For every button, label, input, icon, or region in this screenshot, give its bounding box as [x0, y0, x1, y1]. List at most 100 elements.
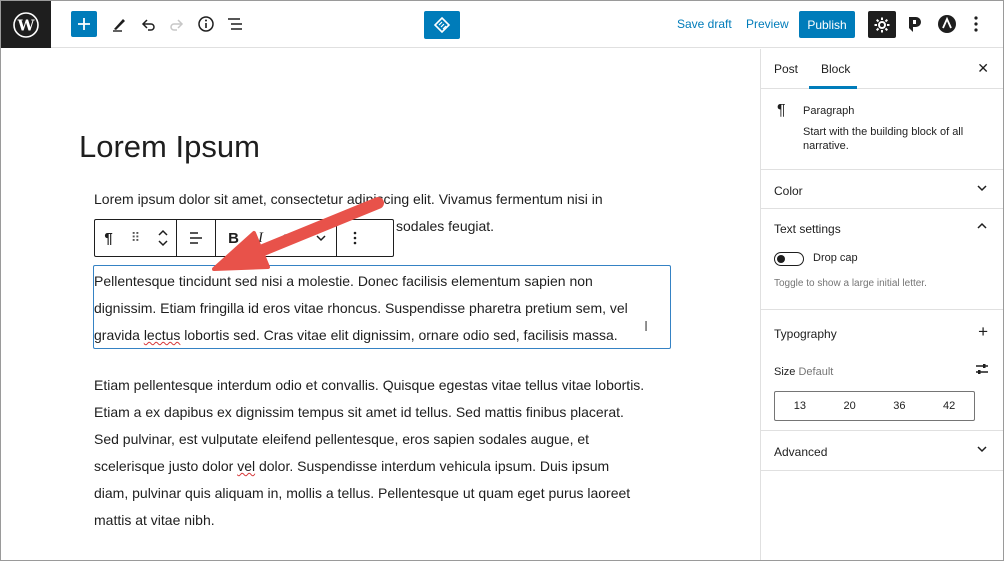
tab-block[interactable]: Block: [821, 62, 850, 76]
redo-button[interactable]: [164, 11, 190, 37]
save-draft-button[interactable]: Save draft: [677, 17, 732, 31]
patterns-icon: [433, 16, 451, 34]
size-label: Size Default: [774, 366, 833, 378]
plus-icon[interactable]: +: [978, 322, 988, 342]
paragraph-line: diam, pulvinar quis aliquam in, mollis a…: [94, 485, 631, 501]
pencil-icon: [113, 19, 125, 32]
size-custom-settings-icon[interactable]: [975, 362, 989, 381]
font-size-option[interactable]: 13: [775, 392, 825, 420]
drop-cap-toggle[interactable]: [774, 252, 804, 266]
text-run: scelerisque justo dolor: [94, 458, 238, 474]
list-view-button[interactable]: [222, 11, 248, 37]
paragraph-block[interactable]: Etiam pellentesque interdum odio et conv…: [94, 372, 674, 534]
spellcheck-word: lectus: [143, 327, 181, 343]
paragraph-line: mattis at vitae nibh.: [94, 512, 215, 528]
block-name: Paragraph: [803, 105, 855, 117]
paragraph-icon[interactable]: ¶: [95, 220, 122, 256]
font-size-option[interactable]: 42: [924, 392, 974, 420]
paragraph-line: Pellentesque tincidunt sed nisi a molest…: [94, 273, 593, 289]
info-icon: [198, 16, 214, 32]
top-toolbar: W Save draft Preview Publish: [1, 1, 1003, 48]
drop-cap-label: Drop cap: [813, 252, 858, 264]
selected-paragraph-block[interactable]: Pellentesque tincidunt sed nisi a molest…: [93, 265, 671, 349]
italic-button[interactable]: I: [247, 220, 274, 256]
add-block-button[interactable]: [71, 11, 97, 37]
block-switcher-group: ¶ ⠿: [95, 220, 177, 256]
font-size-option[interactable]: 36: [875, 392, 925, 420]
more-vertical-icon: [353, 231, 357, 245]
wordpress-logo-icon[interactable]: W: [1, 1, 51, 48]
font-size-option[interactable]: 20: [825, 392, 875, 420]
plus-icon: [78, 18, 90, 30]
paragraph-line: Etiam a ex dapibus ex dignissim tempus s…: [94, 404, 624, 420]
redo-icon: [170, 19, 184, 31]
link-button[interactable]: [274, 220, 306, 256]
settings-sidebar: Post Block ✕ ¶ Paragraph Start with the …: [760, 49, 1003, 560]
plugin-a-icon: [938, 15, 956, 33]
toggle-knob: [777, 255, 785, 263]
sidebar-tabs: Post Block ✕: [761, 49, 1003, 89]
text-run: dolor. Suspendisse interdum vehicula ips…: [255, 458, 610, 474]
publish-button[interactable]: Publish: [799, 11, 855, 38]
size-label-text: Size: [774, 366, 796, 378]
drop-cap-help: Toggle to show a large initial letter.: [774, 278, 927, 289]
paragraph-line: gravida lectus lobortis sed. Cras vitae …: [94, 322, 670, 349]
formatting-group: B I: [216, 220, 337, 256]
size-default-text: Default: [798, 366, 834, 378]
preview-button[interactable]: Preview: [746, 17, 789, 31]
block-description: Start with the building block of all nar…: [803, 126, 964, 152]
text-settings-panel: Text settings Drop cap Toggle to show a …: [761, 209, 1003, 310]
chevron-down-icon[interactable]: [976, 181, 988, 195]
settings-button[interactable]: [868, 11, 896, 38]
post-title[interactable]: Lorem Ipsum: [79, 129, 260, 165]
advanced-panel[interactable]: Advanced: [761, 431, 1003, 471]
plugin-a-button[interactable]: [936, 13, 958, 35]
svg-text:W: W: [17, 16, 36, 34]
close-icon[interactable]: ✕: [977, 60, 989, 77]
font-size-picker: 13 20 36 42: [774, 391, 975, 421]
paragraph-line: Sed pulvinar, est vulputate eleifend pel…: [94, 431, 590, 447]
block-card: ¶ Paragraph Start with the building bloc…: [761, 89, 1003, 170]
editor-canvas: Lorem Ipsum Lorem ipsum dolor sit amet, …: [1, 49, 760, 560]
chevron-down-icon[interactable]: [976, 442, 988, 456]
paragraph-line: dignissim. Etiam fringilla id eros vitae…: [94, 300, 628, 316]
paragraph-line: Etiam pellentesque interdum odio et conv…: [94, 377, 645, 393]
block-options-button[interactable]: [337, 220, 373, 256]
list-view-icon: [228, 18, 242, 30]
typography-panel: Typography + Size Default 13 20 36 42: [761, 310, 1003, 431]
color-panel[interactable]: Color: [761, 170, 1003, 209]
panel-title: Color: [774, 184, 803, 198]
tools-button[interactable]: [106, 11, 132, 37]
panel-title: Advanced: [774, 445, 828, 459]
block-toolbar: ¶ ⠿ B I: [94, 219, 394, 257]
chevron-down-icon: [316, 235, 326, 242]
tab-post[interactable]: Post: [774, 62, 798, 76]
bold-button[interactable]: B: [220, 220, 247, 256]
options-button[interactable]: [965, 13, 987, 35]
options-group: [337, 220, 373, 256]
spellcheck-word: vel: [237, 458, 256, 474]
paragraph-line: scelerisque justo dolor vel dolor. Suspe…: [94, 453, 674, 480]
text-cursor-icon: Ⅰ: [644, 319, 648, 334]
patterns-button[interactable]: [424, 11, 460, 39]
move-up-down-button[interactable]: [149, 220, 176, 256]
more-formatting-button[interactable]: [306, 220, 336, 256]
gear-icon: [874, 17, 890, 32]
alignment-group: [177, 220, 216, 256]
align-left-icon: [190, 232, 202, 244]
align-button[interactable]: [177, 220, 215, 256]
details-button[interactable]: [193, 11, 219, 37]
more-vertical-icon: [974, 16, 978, 32]
text-run: gravida: [94, 327, 144, 343]
plugin-p-icon: [909, 17, 921, 32]
chevron-up-icon[interactable]: [976, 219, 988, 233]
plugin-p-button[interactable]: [904, 13, 926, 35]
drag-handle-icon[interactable]: ⠿: [122, 220, 149, 256]
text-run: lobortis sed. Cras vitae elit dignissim,…: [180, 327, 618, 343]
undo-icon: [141, 19, 155, 31]
panel-title[interactable]: Text settings: [774, 222, 841, 236]
paragraph-line: Lorem ipsum dolor sit amet, consectetur …: [94, 191, 603, 207]
paragraph-icon: ¶: [777, 102, 786, 119]
panel-title: Typography: [774, 327, 837, 341]
undo-button[interactable]: [135, 11, 161, 37]
